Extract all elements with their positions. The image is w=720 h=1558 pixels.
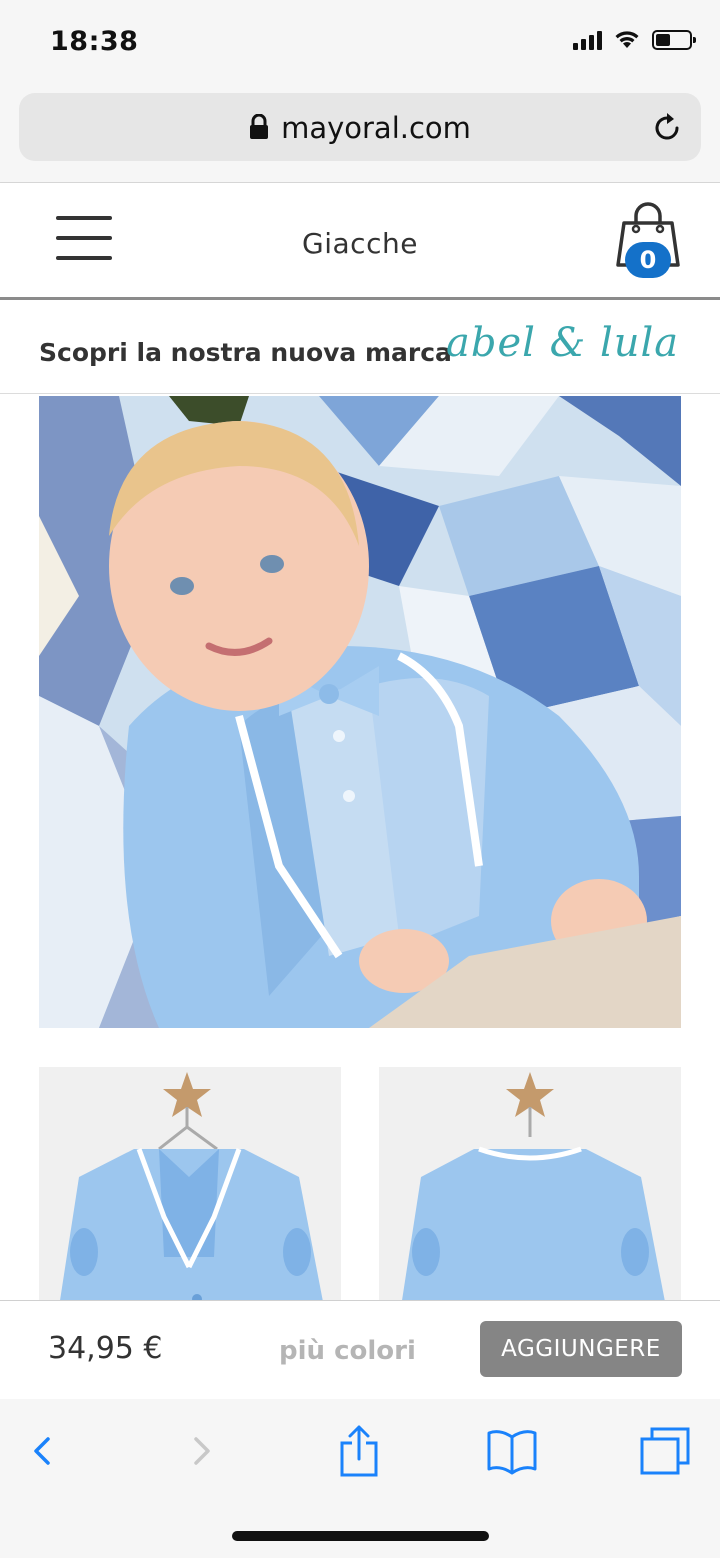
site-header: Giacche bbox=[0, 183, 720, 300]
address-url: mayoral.com bbox=[281, 111, 471, 145]
promo-banner[interactable]: Scopri la nostra nuova marca abel & lula bbox=[0, 300, 720, 394]
product-action-bar: 34,95 € più colori AGGIUNGERE bbox=[0, 1300, 720, 1401]
promo-text: Scopri la nostra nuova marca bbox=[39, 338, 452, 367]
hero-illustration bbox=[39, 396, 681, 1028]
tabs-icon[interactable] bbox=[638, 1423, 692, 1479]
add-to-cart-button[interactable]: AGGIUNGERE bbox=[480, 1321, 682, 1377]
lock-icon bbox=[250, 114, 269, 139]
browser-toolbar bbox=[0, 1399, 720, 1558]
product-thumbnail-back[interactable] bbox=[379, 1067, 681, 1307]
address-bar[interactable]: mayoral.com bbox=[19, 93, 701, 161]
hero-product-image[interactable] bbox=[39, 396, 681, 1028]
status-icons bbox=[573, 30, 696, 50]
jacket-back-illustration bbox=[401, 1072, 666, 1307]
more-colors-link[interactable]: più colori bbox=[279, 1336, 416, 1366]
home-indicator[interactable] bbox=[232, 1531, 489, 1541]
product-thumbnail-front[interactable] bbox=[39, 1067, 341, 1307]
battery-icon bbox=[652, 30, 696, 50]
status-bar: 18:38 bbox=[0, 0, 720, 90]
status-time: 18:38 bbox=[50, 26, 139, 57]
brand-logo[interactable]: abel & lula bbox=[446, 320, 679, 366]
back-icon[interactable] bbox=[28, 1423, 56, 1479]
cart-count-badge[interactable]: 0 bbox=[625, 242, 671, 278]
signal-icon bbox=[573, 30, 602, 50]
browser-address-area: mayoral.com bbox=[0, 90, 720, 183]
page-title: Giacche bbox=[302, 227, 418, 260]
bookmarks-icon[interactable] bbox=[486, 1423, 538, 1479]
product-price: 34,95 € bbox=[48, 1331, 163, 1366]
reload-icon[interactable] bbox=[651, 111, 683, 143]
jacket-front-illustration bbox=[59, 1072, 324, 1307]
share-icon[interactable] bbox=[338, 1423, 380, 1479]
forward-icon[interactable] bbox=[188, 1423, 216, 1479]
wifi-icon bbox=[615, 31, 639, 48]
